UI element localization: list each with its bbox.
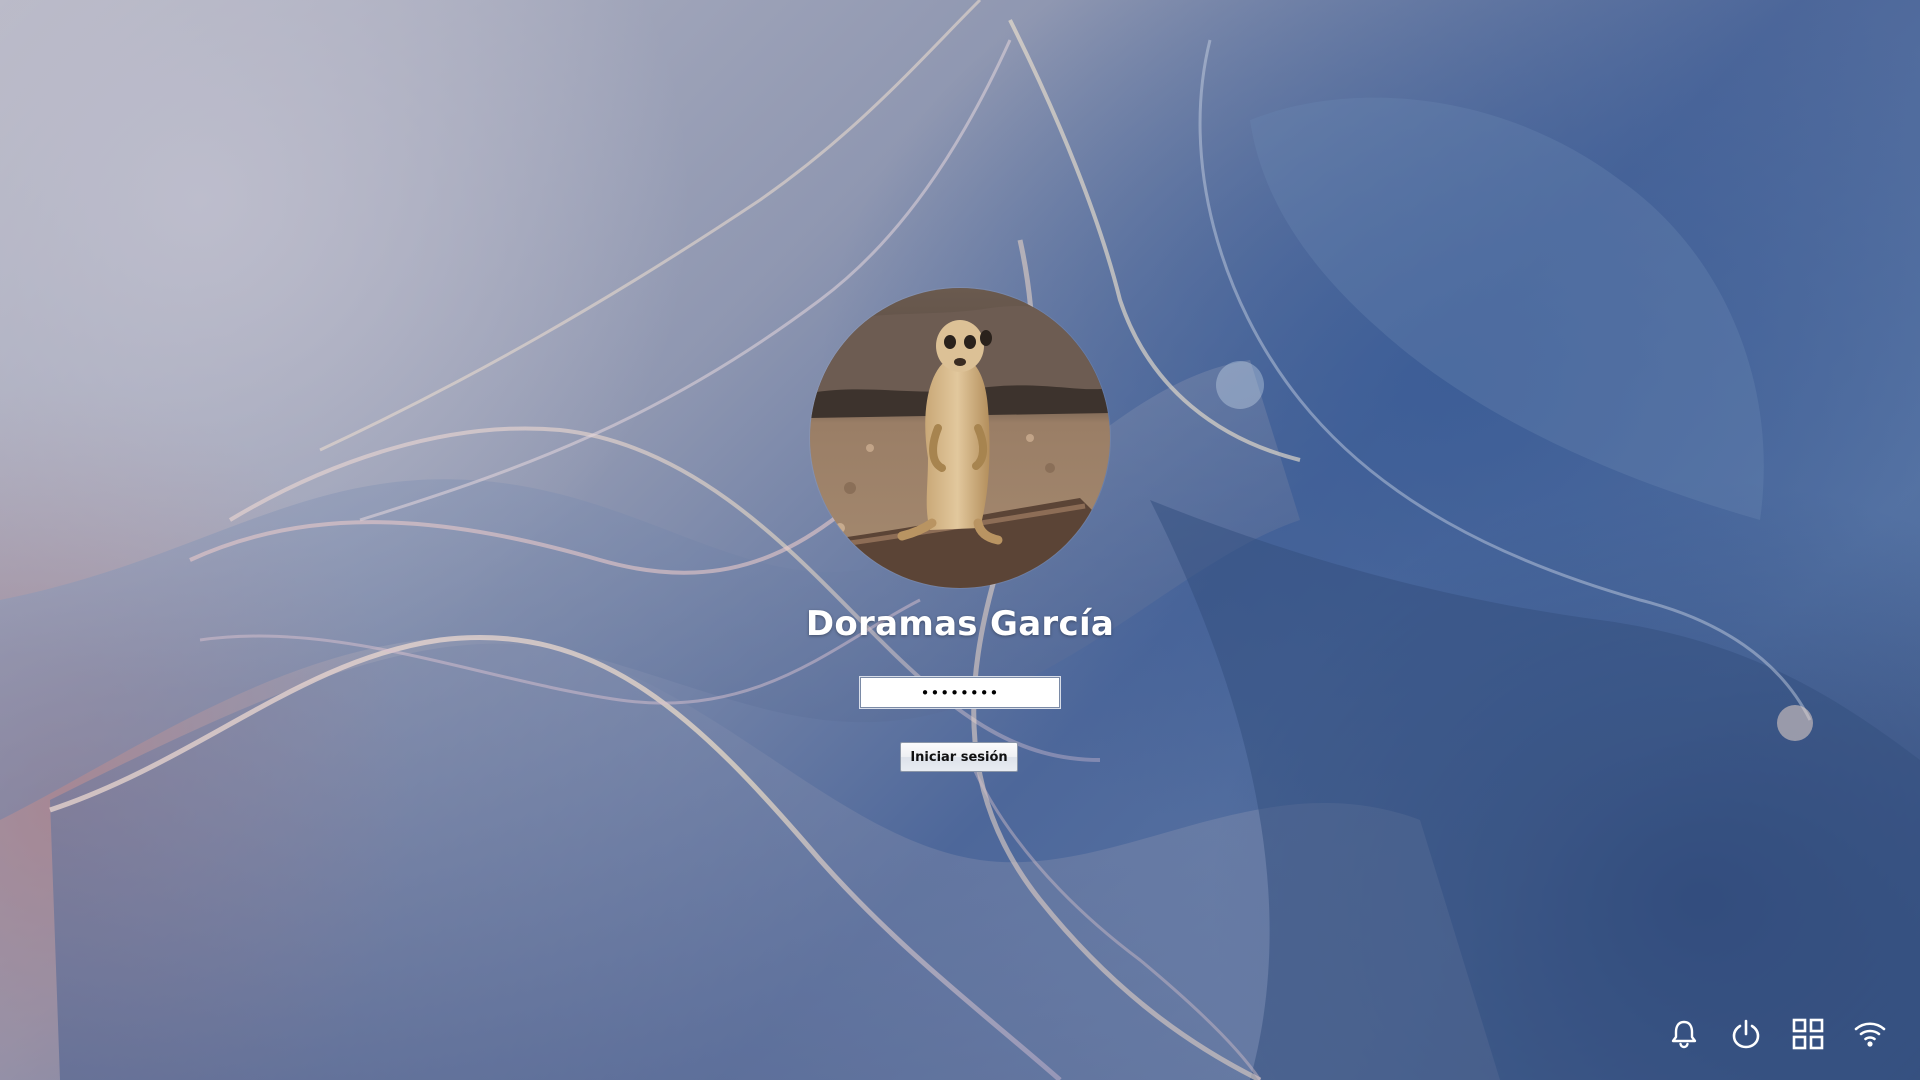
apps-button[interactable] xyxy=(1784,1010,1832,1058)
power-button[interactable] xyxy=(1722,1010,1770,1058)
power-icon xyxy=(1732,1019,1760,1049)
user-name: Doramas García xyxy=(805,604,1115,644)
user-avatar xyxy=(810,288,1110,588)
notifications-button[interactable] xyxy=(1660,1010,1708,1058)
meerkat-icon xyxy=(810,288,1110,588)
sign-in-button[interactable]: Iniciar sesión xyxy=(900,742,1018,772)
wifi-icon xyxy=(1854,1022,1886,1047)
bell-icon xyxy=(1671,1020,1697,1049)
password-input[interactable] xyxy=(859,676,1061,709)
login-panel: Doramas García Iniciar sesión xyxy=(0,0,1920,1080)
wifi-button[interactable] xyxy=(1846,1010,1894,1058)
lock-screen: Doramas García Iniciar sesión xyxy=(0,0,1920,1080)
system-tray xyxy=(1660,1010,1900,1060)
grid-icon xyxy=(1792,1018,1824,1050)
